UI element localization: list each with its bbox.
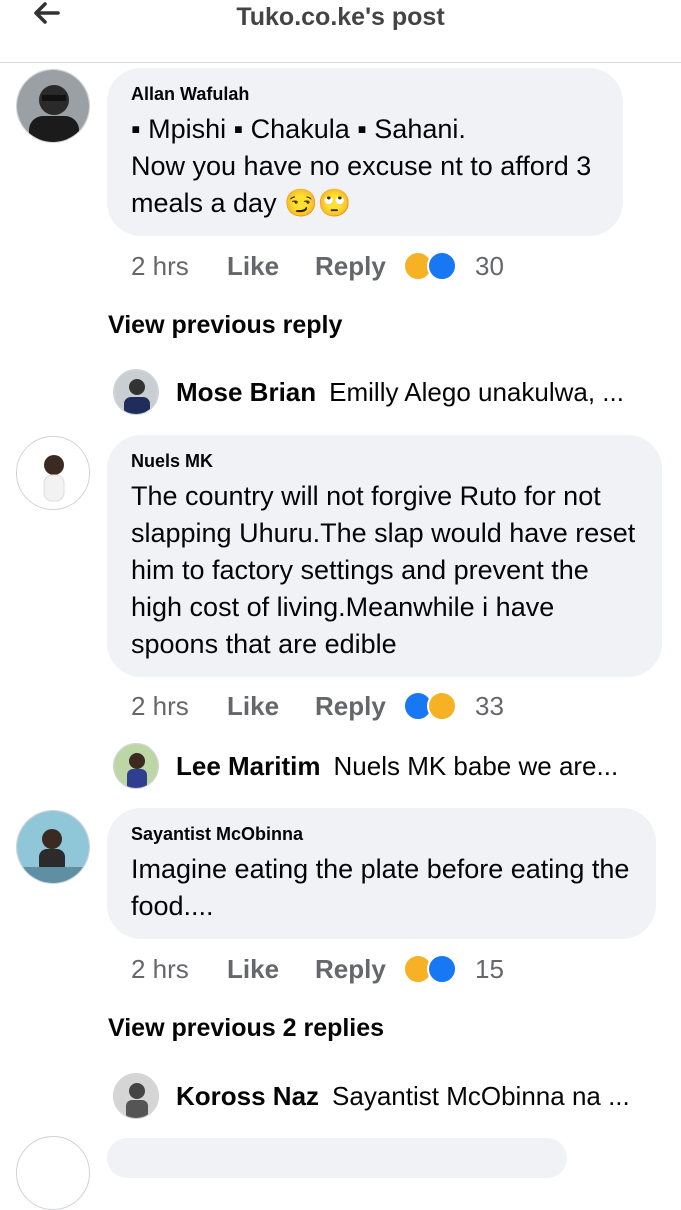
comment-meta: 2 hrs Like Reply 15 [131,951,504,987]
avatar[interactable] [113,1073,159,1119]
reaction-icons[interactable] [403,954,457,984]
comment-bubble: Sayantist McObinna Imagine eating the pl… [107,808,656,939]
avatar[interactable] [113,743,159,789]
comment-text: The country will not forgive Ruto for no… [131,481,636,659]
reply-button[interactable]: Reply [315,251,403,282]
avatar[interactable] [16,1136,90,1210]
avatar[interactable] [16,810,90,884]
reaction-icons[interactable] [403,691,457,721]
reply-snippet: Nuels MK babe we are... [333,750,619,781]
comment-bubble: Nuels MK The country will not forgive Ru… [107,435,662,677]
comment-bubble [107,1138,567,1178]
reply-preview[interactable]: Koross Naz Sayantist McObinna na ... [113,1073,630,1119]
reaction-icons[interactable] [403,251,457,281]
reply-button[interactable]: Reply [315,691,403,722]
avatar[interactable] [113,369,159,415]
haha-reaction-icon [427,691,457,721]
reply-author[interactable]: Lee Maritim [176,751,321,782]
comment-bubble: Allan Wafulah ▪ Mpishi ▪ Chakula ▪ Sahan… [107,68,623,236]
comment-author[interactable]: Nuels MK [131,451,638,472]
like-button[interactable]: Like [227,251,315,282]
comment-author[interactable]: Allan Wafulah [131,84,599,105]
like-reaction-icon [427,954,457,984]
comment-text: Imagine eating the plate before eating t… [131,854,630,921]
comment-time[interactable]: 2 hrs [131,691,227,722]
avatar[interactable] [16,436,90,510]
comment-meta: 2 hrs Like Reply 30 [131,248,504,284]
comment-text: ▪ Mpishi ▪ Chakula ▪ Sahani. Now you hav… [131,114,592,218]
like-button[interactable]: Like [227,954,315,985]
page-title: Tuko.co.ke's post [236,3,445,31]
comment-author[interactable]: Sayantist McObinna [131,824,632,845]
comment-meta: 2 hrs Like Reply 33 [131,688,504,724]
like-reaction-icon [427,251,457,281]
reply-preview[interactable]: Mose Brian Emilly Alego unakulwa, ... [113,369,624,415]
reply-snippet: Emilly Alego unakulwa, ... [329,376,624,407]
comment-time[interactable]: 2 hrs [131,251,227,282]
reply-snippet: Sayantist McObinna na ... [332,1080,630,1111]
reaction-count[interactable]: 33 [475,691,504,722]
reply-button[interactable]: Reply [315,954,403,985]
comment-time[interactable]: 2 hrs [131,954,227,985]
reaction-count[interactable]: 15 [475,954,504,985]
view-previous-replies[interactable]: View previous 2 replies [108,1014,384,1043]
reply-author[interactable]: Koross Naz [176,1081,319,1112]
like-button[interactable]: Like [227,691,315,722]
view-previous-replies[interactable]: View previous reply [108,311,342,340]
reply-author[interactable]: Mose Brian [176,377,316,408]
post-header: Tuko.co.ke's post [0,0,681,63]
reaction-count[interactable]: 30 [475,251,504,282]
avatar[interactable] [16,69,90,143]
reply-preview[interactable]: Lee Maritim Nuels MK babe we are... [113,743,618,789]
